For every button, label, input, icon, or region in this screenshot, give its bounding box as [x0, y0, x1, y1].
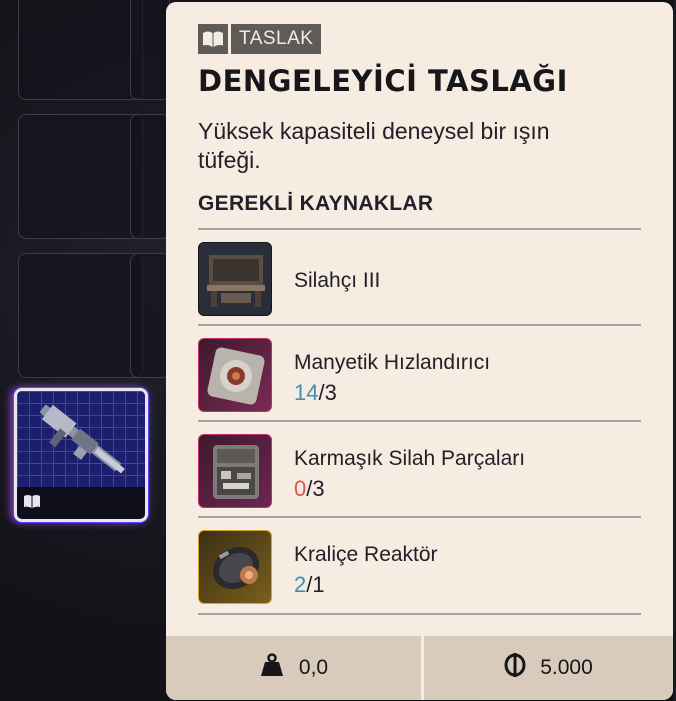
resource-name: Manyetik Hızlandırıcı: [294, 351, 491, 374]
item-detail-panel: TASLAK DENGELEYİCİ TASLAĞI Yüksek kapasi…: [166, 2, 673, 700]
weight-display: 0,0: [166, 636, 421, 700]
inventory-slot[interactable]: [130, 0, 170, 100]
resource-have: 2: [294, 572, 307, 597]
book-icon: [198, 24, 228, 54]
resource-row[interactable]: Karmaşık Silah Parçaları 0/3: [198, 422, 641, 516]
coin-icon: [504, 653, 526, 683]
inventory-slot[interactable]: [18, 253, 143, 378]
item-footer: 0,0 5.000: [166, 636, 673, 700]
resource-row[interactable]: Manyetik Hızlandırıcı 14/3: [198, 326, 641, 420]
weight-icon: [259, 653, 285, 683]
resource-have: 14: [294, 380, 319, 405]
beam-rifle-icon: [39, 404, 125, 474]
selected-inventory-slot[interactable]: [14, 388, 148, 522]
resource-name: Silahçı III: [294, 269, 381, 292]
required-resources-heading: GEREKLİ KAYNAKLAR: [198, 192, 434, 215]
inventory-slot[interactable]: [18, 114, 143, 239]
inventory-slot[interactable]: [18, 0, 143, 100]
workbench-icon: [198, 242, 272, 316]
blueprint-thumbnail: [17, 391, 145, 487]
resource-name: Kraliçe Reaktör: [294, 543, 438, 566]
resource-need: /3: [318, 380, 337, 405]
weapon-parts-icon: [198, 434, 272, 508]
resource-count: 2/1: [294, 572, 325, 598]
resource-row[interactable]: Kraliçe Reaktör 2/1: [198, 518, 641, 612]
divider: [198, 613, 641, 615]
item-description: Yüksek kapasiteli deneysel bir ışın tüfe…: [198, 118, 550, 173]
resource-have: 0: [294, 476, 307, 501]
resource-need: /3: [306, 476, 325, 501]
resource-count: 0/3: [294, 476, 325, 502]
queen-reactor-icon: [198, 530, 272, 604]
resource-name: Karmaşık Silah Parçaları: [294, 447, 526, 470]
inventory-slot[interactable]: [130, 253, 170, 378]
resource-need: /1: [306, 572, 325, 597]
type-tag-label: TASLAK: [231, 24, 322, 54]
book-icon: [23, 494, 41, 513]
inventory-slot[interactable]: [130, 114, 170, 239]
type-tag: TASLAK: [198, 24, 322, 54]
item-title: DENGELEYİCİ TASLAĞI: [198, 64, 568, 98]
price-value: 5.000: [540, 656, 593, 679]
price-display: 5.000: [424, 636, 673, 700]
weight-value: 0,0: [298, 656, 329, 679]
resource-row[interactable]: Silahçı III: [198, 230, 641, 324]
resource-count: 14/3: [294, 380, 337, 406]
magnetic-accelerator-icon: [198, 338, 272, 412]
